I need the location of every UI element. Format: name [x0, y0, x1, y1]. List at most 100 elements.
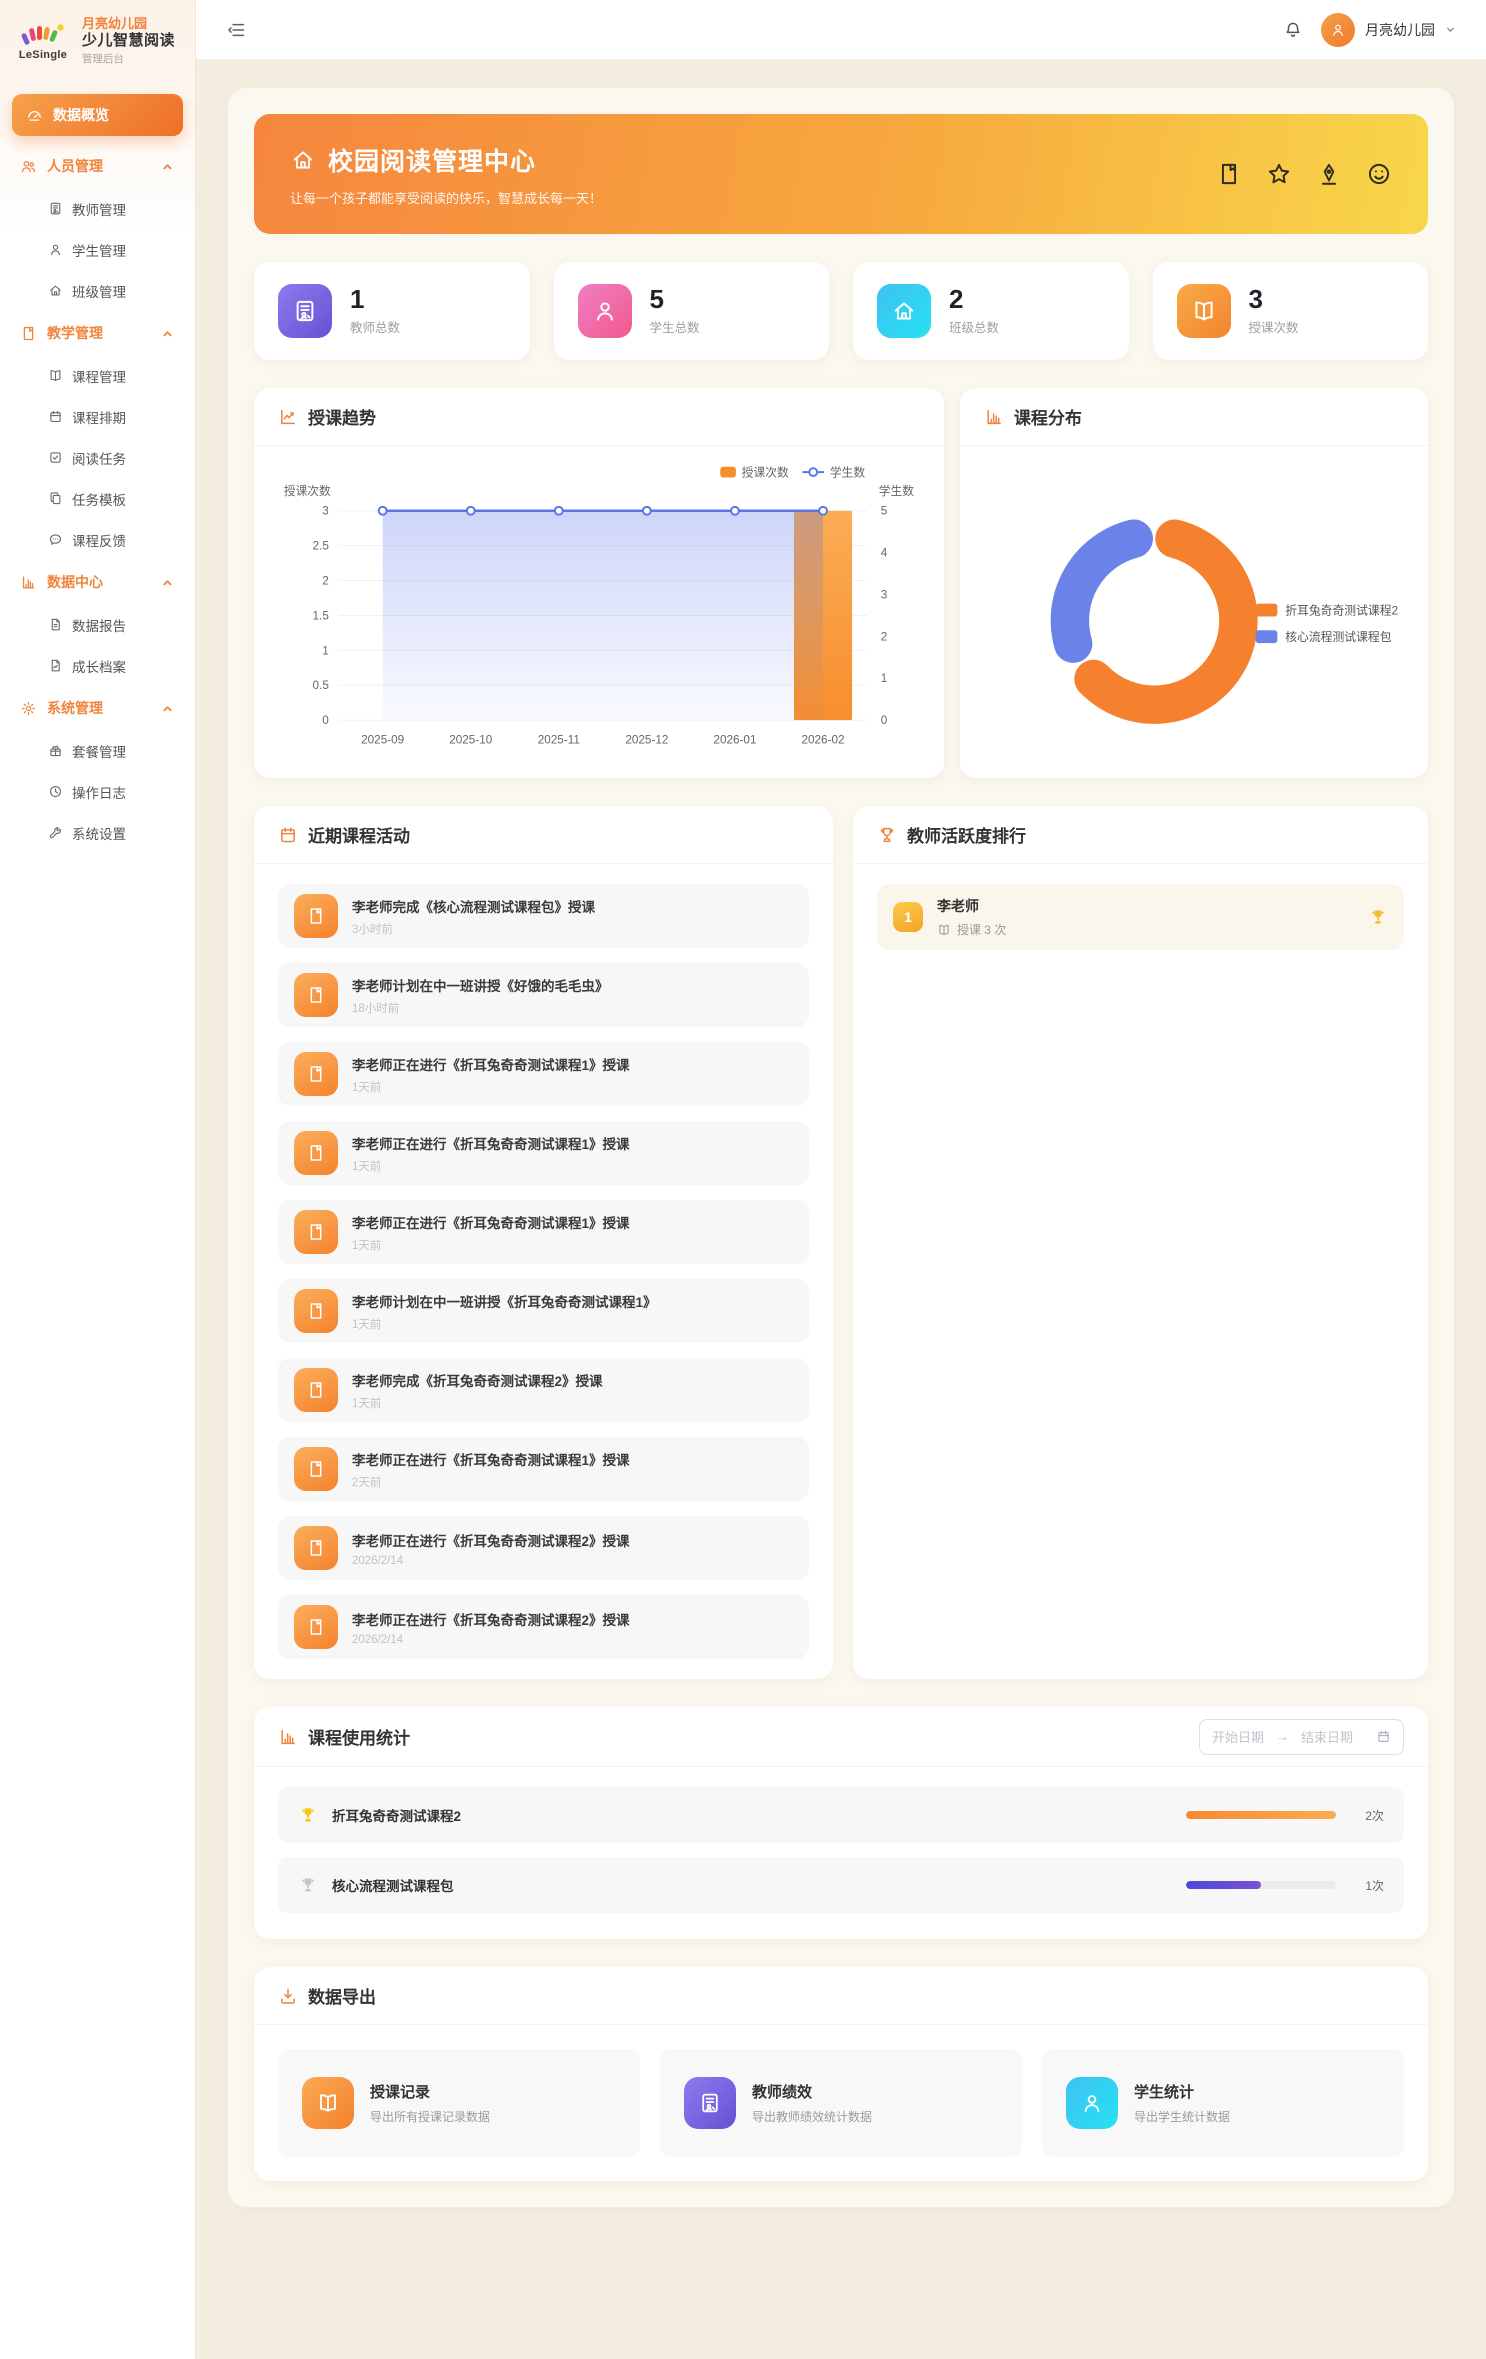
activity-title: 李老师正在进行《折耳兔奇奇测试课程2》授课	[352, 1609, 630, 1629]
user-menu[interactable]: 月亮幼儿园	[1321, 13, 1456, 47]
sidebar-item-course-feedback[interactable]: 课程反馈	[12, 519, 183, 560]
sidebar-item-schedule[interactable]: 课程排期	[12, 396, 183, 437]
export-teacher-performance-button[interactable]: 教师绩效 导出教师绩效统计数据	[660, 2049, 1022, 2157]
export-title: 教师绩效	[752, 2081, 872, 2102]
sidebar-item-label: 数据报告	[72, 615, 126, 635]
sidebar-item-label: 阅读任务	[72, 448, 126, 468]
card-title: 教师活跃度排行	[907, 822, 1026, 847]
trend-line-icon	[278, 407, 298, 427]
gift-icon	[48, 743, 63, 758]
usage-row: 核心流程测试课程包 1次	[278, 1857, 1404, 1913]
home-icon	[891, 298, 917, 324]
activity-book-icon	[294, 1526, 338, 1570]
wrench-icon	[48, 825, 63, 840]
sidebar-item-teachers[interactable]: 教师管理	[12, 188, 183, 229]
gear-icon	[20, 700, 37, 717]
avatar	[1321, 13, 1355, 47]
activity-title: 李老师正在进行《折耳兔奇奇测试课程1》授课	[352, 1054, 630, 1074]
calendar-icon	[48, 409, 63, 424]
copy-icon	[48, 491, 63, 506]
date-end-placeholder: 结束日期	[1301, 1727, 1353, 1746]
sidebar-item-label: 任务模板	[72, 489, 126, 509]
card-title: 课程使用统计	[308, 1724, 410, 1749]
svg-text:0.5: 0.5	[313, 679, 330, 692]
export-student-stats-button[interactable]: 学生统计 导出学生统计数据	[1042, 2049, 1404, 2157]
bell-icon[interactable]	[1283, 20, 1303, 40]
svg-text:学生数: 学生数	[879, 484, 914, 498]
sidebar-item-task-templates[interactable]: 任务模板	[12, 478, 183, 519]
activity-book-icon	[294, 1289, 338, 1333]
calendar-icon	[278, 825, 298, 845]
export-title: 授课记录	[370, 2081, 490, 2102]
sidebar-item-reading-tasks[interactable]: 阅读任务	[12, 437, 183, 478]
activity-time: 2026/2/14	[352, 1634, 630, 1646]
activity-title: 李老师正在进行《折耳兔奇奇测试课程1》授课	[352, 1133, 630, 1153]
activity-time: 1天前	[352, 1237, 630, 1253]
bookmark-page-icon	[1216, 161, 1242, 187]
sidebar-item-operation-logs[interactable]: 操作日志	[12, 771, 183, 812]
svg-text:1: 1	[322, 644, 329, 657]
page-icon	[306, 1143, 326, 1163]
svg-text:1: 1	[881, 672, 888, 685]
sidebar-section-teaching[interactable]: 教学管理	[12, 311, 183, 355]
activity-book-icon	[294, 1052, 338, 1096]
stat-card-classes: 2 班级总数	[853, 262, 1129, 360]
sidebar-section-system[interactable]: 系统管理	[12, 686, 183, 730]
stat-value: 5	[650, 286, 700, 312]
svg-text:2: 2	[322, 574, 329, 587]
svg-text:折耳兔奇奇测试课程2: 折耳兔奇奇测试课程2	[1285, 604, 1398, 618]
sidebar-item-label: 课程管理	[72, 366, 126, 386]
gold-trophy-icon	[1368, 907, 1388, 927]
sidebar-item-system-settings[interactable]: 系统设置	[12, 812, 183, 853]
svg-text:2025-10: 2025-10	[449, 734, 493, 747]
sidebar-item-label: 操作日志	[72, 782, 126, 802]
activity-list-item: 李老师正在进行《折耳兔奇奇测试课程1》授课 2天前	[278, 1437, 809, 1501]
teacher-name: 李老师	[937, 896, 1006, 916]
logo: LeSingle	[14, 21, 72, 61]
course-name: 折耳兔奇奇测试课程2	[332, 1805, 461, 1825]
sidebar-item-courses[interactable]: 课程管理	[12, 355, 183, 396]
sidebar-item-students[interactable]: 学生管理	[12, 229, 183, 270]
lesson-trend-chart: 00.511.522.53012345授课次数学生数2025-092025-10…	[276, 454, 922, 759]
class-stat-icon	[877, 284, 931, 338]
clock-icon	[48, 784, 63, 799]
home-icon	[290, 147, 316, 173]
svg-text:3: 3	[322, 505, 329, 518]
sidebar-section-data-center[interactable]: 数据中心	[12, 560, 183, 604]
usage-row: 折耳兔奇奇测试课程2 2次	[278, 1787, 1404, 1843]
sidebar-section-personnel[interactable]: 人员管理	[12, 144, 183, 188]
date-range-arrow: →	[1276, 1729, 1289, 1744]
sidebar-item-classes[interactable]: 班级管理	[12, 270, 183, 311]
app-root: LeSingle 月亮幼儿园 少儿智慧阅读 管理后台 数据概览 人员管理 教师管…	[0, 0, 1486, 2359]
activity-time: 1天前	[352, 1316, 657, 1332]
sidebar-item-packages[interactable]: 套餐管理	[12, 730, 183, 771]
product-sub: 管理后台	[82, 53, 175, 66]
chat-icon	[48, 532, 63, 547]
activity-book-icon	[294, 1131, 338, 1175]
activity-book-icon	[294, 1210, 338, 1254]
document-icon	[48, 617, 63, 632]
export-desc: 导出学生统计数据	[1134, 2108, 1230, 2125]
silver-trophy-icon	[298, 1875, 318, 1895]
svg-text:2.5: 2.5	[313, 540, 330, 553]
recent-activities-card: 近期课程活动 李老师完成《核心流程测试课程包》授课	[254, 806, 833, 1679]
lessons-stat-icon	[1177, 284, 1231, 338]
stat-value: 3	[1249, 286, 1299, 312]
card-title: 数据导出	[308, 1983, 376, 2008]
svg-text:2026-01: 2026-01	[713, 734, 756, 747]
download-icon	[278, 1986, 298, 2006]
sidebar-item-data-reports[interactable]: 数据报告	[12, 604, 183, 645]
book-open-icon	[316, 2091, 340, 2115]
sidebar-item-overview[interactable]: 数据概览	[12, 94, 183, 136]
book-open-icon	[48, 368, 63, 383]
course-distribution-donut: 折耳兔奇奇测试课程2核心流程测试课程包	[960, 446, 1428, 778]
stat-label: 班级总数	[949, 317, 999, 336]
sidebar-item-growth-archive[interactable]: 成长档案	[12, 645, 183, 686]
activity-time: 3小时前	[352, 921, 595, 937]
svg-text:0: 0	[881, 714, 888, 727]
collapse-sidebar-icon[interactable]	[226, 20, 246, 40]
sidebar-item-label: 学生管理	[72, 240, 126, 260]
activity-time: 1天前	[352, 1079, 630, 1095]
date-range-picker[interactable]: 开始日期 → 结束日期	[1199, 1719, 1404, 1755]
export-lesson-records-button[interactable]: 授课记录 导出所有授课记录数据	[278, 2049, 640, 2157]
